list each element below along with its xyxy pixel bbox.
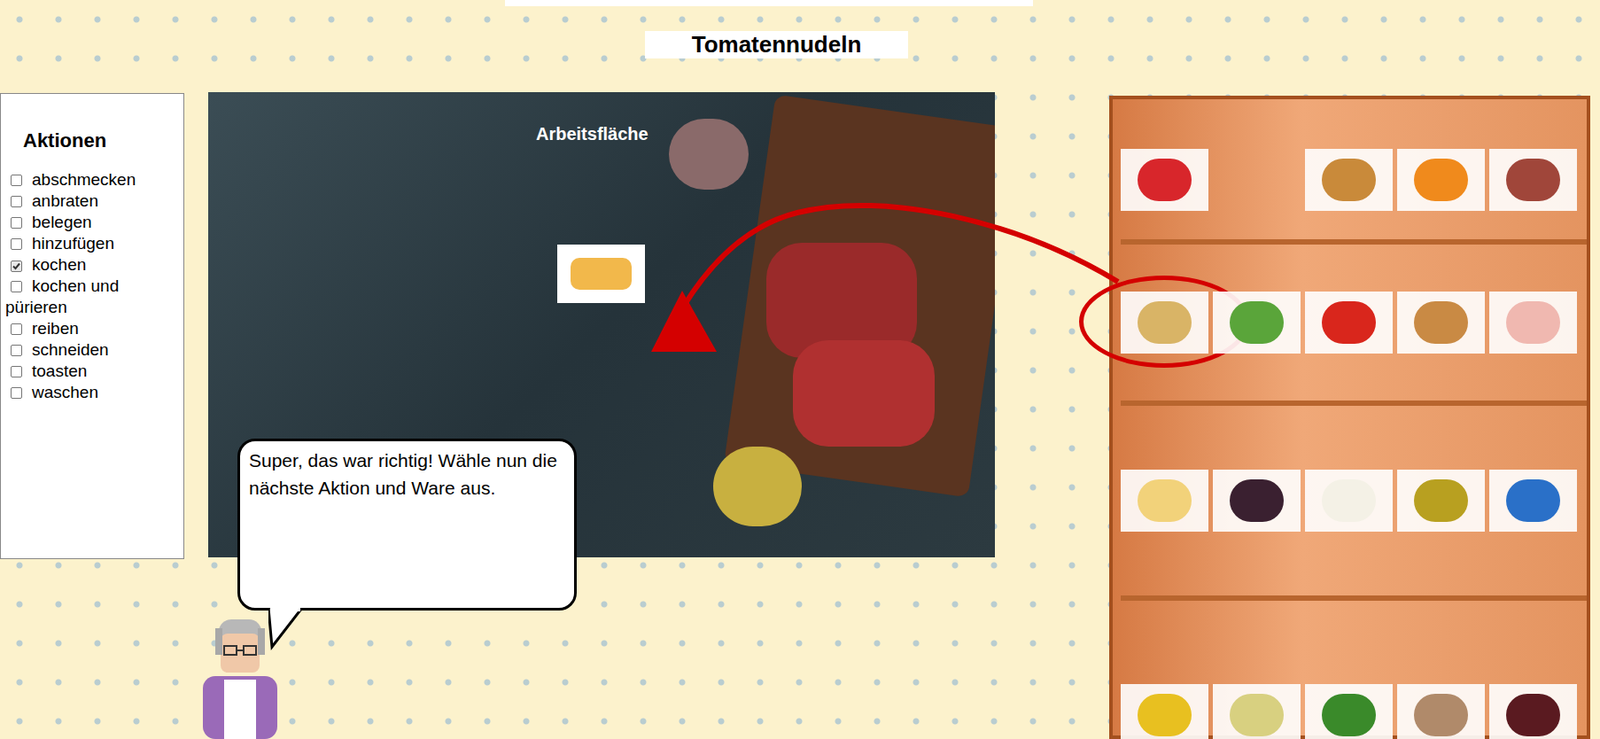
checkbox[interactable] <box>10 323 23 335</box>
action-item[interactable]: hinzufügen <box>5 233 184 255</box>
food-icon <box>1321 158 1376 202</box>
food-icon <box>1229 693 1284 737</box>
bubble-tail-icon <box>268 607 308 651</box>
shelf-item[interactable] <box>1120 469 1209 532</box>
shelf-item[interactable] <box>1304 291 1393 354</box>
action-item[interactable]: kochen <box>5 254 184 276</box>
food-icon <box>1137 693 1192 737</box>
food-icon <box>1506 301 1561 344</box>
checkbox[interactable] <box>10 260 23 272</box>
food-icon <box>1137 479 1192 522</box>
pepper-decor <box>668 118 749 190</box>
game-page: Aktionen abschmeckenanbratenbelegenhinzuf… <box>0 0 1600 739</box>
shelf-row <box>1120 120 1587 245</box>
action-item[interactable]: reiben <box>5 318 184 340</box>
shelf-item[interactable] <box>1397 291 1485 354</box>
workspace-label: Arbeitsfläche <box>535 92 678 148</box>
food-icon <box>1321 479 1376 522</box>
actions-panel: Aktionen abschmeckenanbratenbelegenhinzuf… <box>0 93 185 560</box>
food-icon <box>1321 693 1376 737</box>
speech-bubble: Super, das war richtig! Wähle nun die nä… <box>237 438 577 611</box>
action-item[interactable]: abschmecken <box>5 169 184 191</box>
food-icon <box>1506 158 1561 202</box>
shelf-item[interactable] <box>1120 683 1209 739</box>
checkbox[interactable] <box>10 280 23 293</box>
shelf <box>1109 95 1591 739</box>
food-icon <box>1413 158 1468 202</box>
shelf-item[interactable] <box>1397 683 1485 739</box>
shelf-item[interactable] <box>1304 683 1393 739</box>
checkbox[interactable] <box>10 238 23 250</box>
checkbox[interactable] <box>10 174 23 187</box>
actions-heading: Aktionen <box>5 125 184 156</box>
shelf-item[interactable] <box>1397 469 1485 532</box>
action-item[interactable]: anbraten <box>5 190 184 212</box>
shelf-item[interactable] <box>1489 291 1577 354</box>
checkbox[interactable] <box>10 217 23 229</box>
food-icon <box>1229 479 1284 522</box>
actions-list: abschmeckenanbratenbelegenhinzufügenkoch… <box>5 169 184 404</box>
meat-decor <box>792 340 935 447</box>
shelf-item[interactable] <box>1489 683 1577 739</box>
shelf-row <box>1120 405 1587 601</box>
recipe-title: Tomatennudeln <box>644 31 909 59</box>
action-item[interactable]: kochen und pürieren <box>5 275 184 319</box>
shelf-item[interactable] <box>1489 469 1577 532</box>
action-item[interactable]: toasten <box>5 360 184 382</box>
pasta-icon <box>570 257 632 290</box>
shelf-item[interactable] <box>1397 148 1485 211</box>
food-icon <box>1137 158 1192 202</box>
check-icon <box>11 261 22 272</box>
top-strip <box>504 0 1034 7</box>
grandma-icon <box>194 612 287 739</box>
shelf-item[interactable] <box>1212 469 1301 532</box>
food-icon <box>1137 301 1192 344</box>
shelf-item[interactable] <box>1304 148 1393 211</box>
checkbox[interactable] <box>10 344 23 357</box>
workspace-item[interactable] <box>557 244 645 303</box>
header: Tomatennudeln <box>208 0 995 93</box>
food-icon <box>1506 479 1561 522</box>
food-icon <box>1229 301 1284 344</box>
shelf-item[interactable] <box>1212 683 1301 739</box>
shelf-item[interactable] <box>1120 291 1209 354</box>
shelf-item[interactable] <box>1304 469 1393 532</box>
action-item[interactable]: schneiden <box>5 339 184 361</box>
oil-decor <box>713 446 802 527</box>
action-item[interactable]: waschen <box>5 381 184 404</box>
food-icon <box>1413 693 1468 737</box>
shelf-item[interactable] <box>1489 148 1577 211</box>
food-icon <box>1321 301 1376 344</box>
checkbox[interactable] <box>10 195 23 208</box>
shelf-row <box>1120 600 1587 739</box>
shelf-item[interactable] <box>1120 148 1209 211</box>
checkbox[interactable] <box>10 365 23 378</box>
checkbox[interactable] <box>10 387 23 399</box>
food-icon <box>1506 693 1561 737</box>
shelf-row <box>1120 244 1587 406</box>
shelf-item[interactable] <box>1212 291 1301 354</box>
food-icon <box>1413 301 1468 344</box>
action-item[interactable]: belegen <box>5 211 184 234</box>
food-icon <box>1413 479 1468 522</box>
